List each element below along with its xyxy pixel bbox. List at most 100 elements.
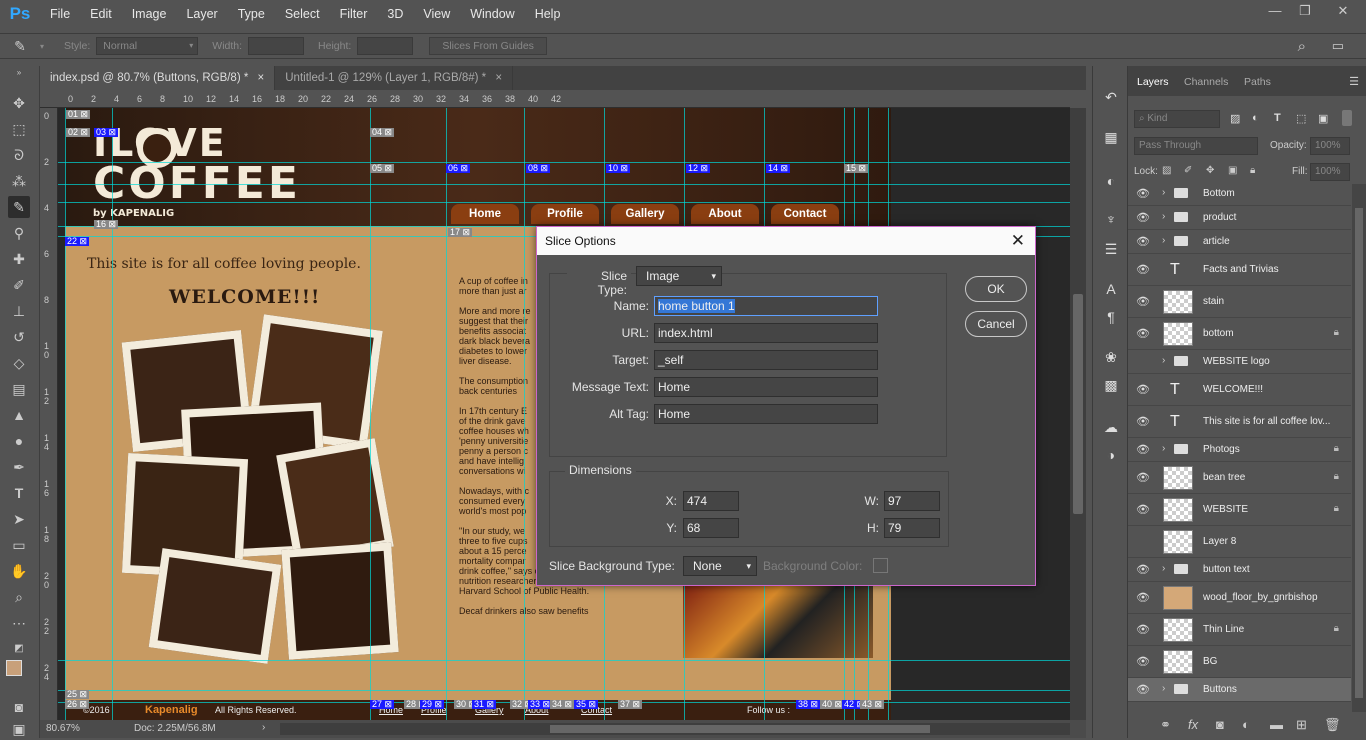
tab-untitled-1[interactable]: Untitled-1 @ 129% (Layer 1, RGB/8#) * ×	[275, 66, 514, 90]
filter-pixel-icon[interactable]: ▨	[1230, 112, 1240, 125]
eye-icon[interactable]: 👁︎	[1136, 235, 1150, 248]
x-field[interactable]: 474	[683, 491, 739, 511]
cancel-button[interactable]: Cancel	[965, 311, 1027, 337]
screen-mode-icon[interactable]: ▣	[8, 718, 30, 740]
slice-badge[interactable]: 03 ⊠	[94, 128, 119, 137]
magic-wand-icon[interactable]: ⁂	[8, 170, 30, 192]
width-field[interactable]	[248, 37, 305, 55]
dodge-tool-icon[interactable]: ●	[8, 430, 30, 452]
h-field[interactable]: 79	[884, 518, 940, 538]
blur-tool-icon[interactable]: ▲	[8, 404, 30, 426]
eye-icon[interactable]: 👁︎	[1136, 591, 1150, 604]
style-select[interactable]: Normal ▾	[96, 37, 199, 55]
layer-row[interactable]: 👁︎ › article	[1128, 230, 1351, 254]
slice-badge[interactable]: 12 ⊠	[686, 164, 711, 173]
message-text-field[interactable]: Home	[654, 377, 878, 397]
brushes-icon[interactable]: ♆	[1100, 208, 1122, 230]
layer-row[interactable]: 👁︎ › Bottom	[1128, 184, 1351, 206]
more-tools-icon[interactable]: ⋯	[8, 612, 30, 634]
new-layer-icon[interactable]: ⊞	[1296, 717, 1307, 733]
menu-3d[interactable]: 3D	[377, 0, 413, 28]
slice-badge[interactable]: 01 ⊠	[66, 110, 91, 119]
slice-badge[interactable]: 04 ⊠	[370, 128, 395, 137]
tab-index-psd[interactable]: index.psd @ 80.7% (Buttons, RGB/8) * ×	[40, 66, 276, 90]
libraries-icon[interactable]: ▦	[1100, 126, 1122, 148]
tool-preset-arrow-icon[interactable]: ▾	[40, 42, 44, 51]
trash-icon[interactable]: 🗑︎	[1324, 717, 1341, 733]
scroll-thumb[interactable]	[1073, 294, 1083, 514]
collapse-arrows-icon[interactable]: »	[8, 68, 30, 78]
chevron-right-icon[interactable]: ›	[1162, 563, 1165, 574]
layer-row[interactable]: 👁︎ T This site is for all coffee lov...	[1128, 406, 1351, 438]
brush-tool-icon[interactable]: ✐	[8, 274, 30, 296]
eye-icon[interactable]: 👁︎	[1136, 683, 1150, 696]
url-field[interactable]: index.html	[654, 323, 878, 343]
close-tab-icon[interactable]: ×	[258, 72, 265, 84]
default-colors-icon[interactable]: ◩	[8, 638, 30, 660]
layer-row[interactable]: 👁︎ stain	[1128, 286, 1351, 318]
eye-icon[interactable]: 👁︎	[1136, 471, 1150, 484]
lock-artboard-icon[interactable]: ▣	[1228, 165, 1237, 176]
layer-row[interactable]: 👁︎ › product	[1128, 206, 1351, 230]
horizontal-scrollbar[interactable]	[280, 723, 1070, 735]
chevron-right-icon[interactable]: ›	[1162, 235, 1165, 246]
filter-toggle-icon[interactable]	[1342, 110, 1352, 126]
character-panel-icon[interactable]: A	[1100, 278, 1122, 300]
eye-icon[interactable]: 👁︎	[1136, 655, 1150, 668]
paragraph-panel-icon[interactable]: ¶	[1100, 306, 1122, 328]
marquee-tool-icon[interactable]: ⬚	[8, 118, 30, 140]
menu-file[interactable]: File	[40, 0, 80, 28]
slice-tool-icon[interactable]: ✎	[0, 38, 40, 55]
creative-cloud-icon[interactable]: ☁	[1100, 416, 1122, 438]
minimize-button[interactable]: —	[1260, 0, 1290, 28]
slice-badge[interactable]: 10 ⊠	[606, 164, 631, 173]
eye-icon[interactable]: 👁︎	[1136, 383, 1150, 396]
layer-row[interactable]: 👁︎ WEBSITE 🔒︎	[1128, 494, 1351, 526]
bg-type-select[interactable]: None ▾	[683, 556, 757, 576]
filter-type-icon[interactable]: T	[1274, 112, 1281, 124]
scroll-thumb[interactable]	[1355, 208, 1363, 698]
menu-help[interactable]: Help	[525, 0, 571, 28]
tab-channels[interactable]: Channels	[1184, 76, 1228, 88]
properties-icon[interactable]: ☰	[1100, 238, 1122, 260]
slice-badge[interactable]: 25 ⊠	[65, 690, 90, 699]
chevron-right-icon[interactable]: ›	[1162, 355, 1165, 366]
filter-adjustment-icon[interactable]: ◐	[1252, 112, 1259, 124]
layer-row[interactable]: 👁︎ BG	[1128, 646, 1351, 678]
slice-type-select[interactable]: Image ▾	[636, 266, 722, 286]
slice-badge[interactable]: 35 ⊠	[574, 700, 599, 709]
path-select-icon[interactable]: ➤	[8, 508, 30, 530]
slice-badge[interactable]: 02 ⊠	[66, 128, 91, 137]
slices-from-guides-button[interactable]: Slices From Guides	[429, 37, 547, 55]
gradient-tool-icon[interactable]: ▤	[8, 378, 30, 400]
slice-badge[interactable]: 17 ⊠	[448, 228, 473, 237]
chevron-right-icon[interactable]: ›	[1162, 187, 1165, 198]
eye-icon[interactable]: 👁︎	[1136, 263, 1150, 276]
height-field[interactable]	[357, 37, 414, 55]
layer-row[interactable]: 👁︎ › button text	[1128, 558, 1351, 582]
restore-button[interactable]: ❐	[1290, 0, 1320, 28]
eye-icon[interactable]: 👁︎	[1136, 295, 1150, 308]
layers-scrollbar[interactable]	[1352, 184, 1366, 712]
search-icon[interactable]: ⌕	[1298, 38, 1306, 55]
lock-all-icon[interactable]: 🔒︎	[1250, 165, 1255, 176]
chevron-right-icon[interactable]: ›	[1162, 443, 1165, 454]
hand-tool-icon[interactable]: ✋	[8, 560, 30, 582]
layer-row[interactable]: 👁︎ T Facts and Trivias	[1128, 254, 1351, 286]
menu-edit[interactable]: Edit	[80, 0, 122, 28]
eye-icon[interactable]: 👁︎	[1136, 443, 1150, 456]
chevron-right-icon[interactable]: ›	[262, 722, 265, 733]
vertical-scrollbar[interactable]	[1070, 108, 1086, 720]
history-brush-icon[interactable]: ↺	[8, 326, 30, 348]
rectangle-tool-icon[interactable]: ▭	[8, 534, 30, 556]
slice-badge[interactable]: 14 ⊠	[766, 164, 791, 173]
slice-badge[interactable]: 05 ⊠	[370, 164, 395, 173]
slice-badge[interactable]: 43 ⊠	[860, 700, 885, 709]
layer-row[interactable]: 👁︎ bottom 🔒︎	[1128, 318, 1351, 350]
slice-badge[interactable]: 22 ⊠	[65, 237, 90, 246]
eyedropper-icon[interactable]: ⚲	[8, 222, 30, 244]
eye-icon[interactable]: 👁︎	[1136, 211, 1150, 224]
slice-badge[interactable]: 16 ⊠	[94, 220, 119, 229]
layer-row[interactable]: › WEBSITE logo	[1128, 350, 1351, 374]
name-field[interactable]: home button 1	[654, 296, 878, 316]
